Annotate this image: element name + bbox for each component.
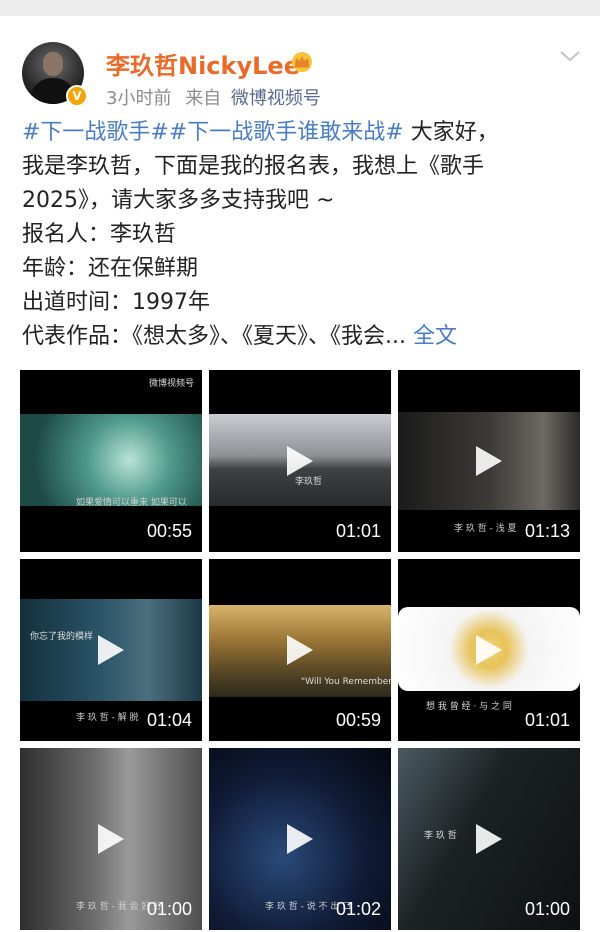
post-time: 3小时前 xyxy=(106,88,172,109)
post-line-6: 出道时间：1997年 xyxy=(22,290,210,315)
play-icon xyxy=(287,635,313,665)
play-icon xyxy=(476,824,502,854)
post-line-1: #下一战歌手##下一战歌手谁敢来战# 大家好， xyxy=(22,116,582,150)
video-caption: 李玖哲 xyxy=(295,477,323,487)
post-line-7: 代表作品：《想太多》、《夏天》、《我会... 全文 xyxy=(22,320,582,354)
video-thumbnail[interactable]: 你忘了我的模样 李 玖 哲 - 解 脱 01:04 xyxy=(20,559,202,741)
crown-icon xyxy=(292,52,312,72)
top-strip xyxy=(0,0,600,16)
video-scene xyxy=(20,414,202,506)
hashtag-link[interactable]: #下一战歌手##下一战歌手谁敢来战# xyxy=(22,120,404,145)
video-thumbnail[interactable]: 李 玖 哲 - 我 会 好 好 01:00 xyxy=(20,748,202,930)
video-side-text: 你忘了我的模样 xyxy=(30,632,94,642)
video-duration: 00:59 xyxy=(335,710,381,730)
play-icon xyxy=(98,824,124,854)
play-icon xyxy=(476,635,502,665)
post-line-2: 我是李玖哲，下面是我的报名表，我想上《歌手 xyxy=(22,154,485,179)
video-duration: 01:13 xyxy=(524,521,570,541)
video-thumbnail[interactable]: "Will You Remember Me" 00:59 xyxy=(209,559,391,741)
video-thumbnail[interactable]: 李 玖 哲 - 浅 夏 01:13 xyxy=(398,370,580,552)
video-thumbnail[interactable]: 李玖哲 01:01 xyxy=(209,370,391,552)
video-duration: 01:02 xyxy=(335,899,381,919)
post-source[interactable]: 微博视频号 xyxy=(231,88,321,109)
video-caption: 李 玖 哲 - 解 脱 xyxy=(76,713,139,723)
from-label: 来自 xyxy=(185,88,222,109)
post-text-segment: 代表作品：《想太多》、《夏天》、《我会... xyxy=(22,324,406,349)
play-icon xyxy=(476,446,502,476)
video-thumbnail[interactable]: 想 我 曾 经 · 与 之 同 01:01 xyxy=(398,559,580,741)
video-duration: 01:00 xyxy=(524,899,570,919)
video-caption: "Will You Remember Me" xyxy=(301,677,391,687)
post-line-5: 年龄：还在保鲜期 xyxy=(22,256,199,281)
post-meta: 3小时前 来自 微博视频号 xyxy=(106,84,321,110)
video-caption: 如果爱情可以重来 如果可以 xyxy=(76,498,187,508)
video-duration: 01:01 xyxy=(335,521,381,541)
video-caption: 想 我 曾 经 · 与 之 同 xyxy=(426,702,512,712)
chevron-down-icon[interactable] xyxy=(558,48,582,64)
username[interactable]: 李玖哲NickyLee xyxy=(106,46,300,81)
video-thumbnail[interactable]: 李 玖 哲 01:00 xyxy=(398,748,580,930)
play-icon xyxy=(287,824,313,854)
post-text-segment: 大家好， xyxy=(403,120,499,145)
video-duration: 00:55 xyxy=(146,521,192,541)
play-icon xyxy=(98,635,124,665)
video-thumbnail[interactable]: 微博视频号 如果爱情可以重来 如果可以 00:55 xyxy=(20,370,202,552)
video-duration: 01:00 xyxy=(146,899,192,919)
play-icon xyxy=(287,446,313,476)
video-duration: 01:01 xyxy=(524,710,570,730)
full-text-link[interactable]: 全文 xyxy=(413,324,457,349)
video-caption: 李 玖 哲 xyxy=(424,831,457,841)
avatar-face xyxy=(43,52,63,76)
watermark: 微博视频号 xyxy=(148,379,194,389)
verified-badge-icon: V xyxy=(66,85,88,107)
video-duration: 01:04 xyxy=(146,710,192,730)
post-line-3: 2025》，请大家多多支持我吧 ~ xyxy=(22,188,335,213)
video-caption: 李 玖 哲 - 浅 夏 xyxy=(454,524,517,534)
post-line-4: 报名人：李玖哲 xyxy=(22,222,177,247)
post-text: #下一战歌手##下一战歌手谁敢来战# 大家好， 我是李玖哲，下面是我的报名表，我… xyxy=(22,116,582,354)
video-thumbnail[interactable]: 李 玖 哲 - 说 不 出 口 01:02 xyxy=(209,748,391,930)
